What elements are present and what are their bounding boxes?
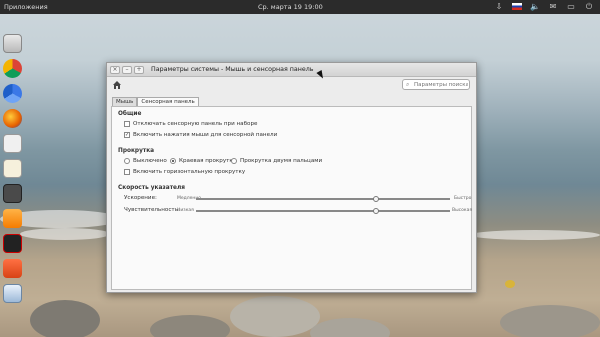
photos-icon[interactable] xyxy=(3,259,22,278)
edge-scroll-option[interactable]: Краевая прокрутка xyxy=(170,158,236,164)
sensitivity-max-label: Высокая xyxy=(452,208,473,213)
tab-touchpad[interactable]: Сенсорная панель xyxy=(137,97,199,106)
disable-while-typing-checkbox[interactable] xyxy=(124,121,130,127)
edge-scroll-label: Краевая прокрутка xyxy=(179,158,237,164)
minimize-icon[interactable]: – xyxy=(122,66,132,74)
tap-to-click-checkbox[interactable]: ✓ xyxy=(124,132,130,138)
home-icon[interactable] xyxy=(112,80,122,90)
tab-bar: Мышь Сенсорная панель xyxy=(112,97,199,106)
edge-scroll-radio[interactable] xyxy=(170,158,176,164)
terminal-icon[interactable] xyxy=(3,184,22,203)
scroll-off-radio[interactable] xyxy=(124,158,130,164)
tab-mouse[interactable]: Мышь xyxy=(112,97,138,106)
music-icon[interactable] xyxy=(3,209,22,228)
search-icon: ⌕ xyxy=(406,81,410,88)
settings-window: × – + Параметры системы - Мышь и сенсорн… xyxy=(106,62,477,293)
horizontal-scroll-label: Включить горизонтальную прокрутку xyxy=(133,169,246,175)
two-finger-scroll-option[interactable]: Прокрутка двумя пальцами xyxy=(231,158,322,164)
firefox-icon[interactable] xyxy=(3,109,22,128)
download-icon[interactable]: ⇩ xyxy=(494,2,504,12)
scroll-off-option[interactable]: Выключено xyxy=(124,158,167,164)
sensitivity-slider-track[interactable] xyxy=(196,210,450,212)
touchpad-panel: Общие Отключать сенсорную панель при наб… xyxy=(111,106,472,290)
system-tray: ⇩ 🔈 ✉ ▭ ⏻ xyxy=(494,2,594,12)
disable-while-typing-label: Отключать сенсорную панель при наборе xyxy=(133,121,258,127)
flag-ru-icon[interactable] xyxy=(512,3,522,10)
window-titlebar[interactable]: × – + Параметры системы - Мышь и сенсорн… xyxy=(107,63,476,77)
acceleration-label: Ускорение: xyxy=(124,195,157,201)
maximize-icon[interactable]: + xyxy=(134,66,144,74)
window-title: Параметры системы - Мышь и сенсорная пан… xyxy=(151,66,314,73)
sensitivity-label: Чувствительность: xyxy=(124,207,180,213)
acceleration-slider-track[interactable] xyxy=(196,198,450,200)
search-field[interactable]: ⌕ xyxy=(402,79,470,90)
tap-to-click-label: Включить нажатия мыши для сенсорной пане… xyxy=(133,132,278,138)
clock[interactable]: Ср. марта 19 19:00 xyxy=(258,3,323,11)
search-input[interactable] xyxy=(414,81,468,89)
acceleration-slider-thumb[interactable] xyxy=(373,196,380,202)
top-panel: Приложения Ср. марта 19 19:00 ⇩ 🔈 ✉ ▭ ⏻ xyxy=(0,0,600,14)
text-editor-icon[interactable] xyxy=(3,134,22,153)
video-icon[interactable] xyxy=(3,234,22,253)
scroll-off-label: Выключено xyxy=(133,158,167,164)
pointer-speed-section-title: Скорость указателя xyxy=(118,185,185,191)
power-icon[interactable]: ⏻ xyxy=(584,2,594,12)
disable-while-typing-option[interactable]: Отключать сенсорную панель при наборе xyxy=(124,121,257,127)
applications-menu[interactable]: Приложения xyxy=(4,3,48,11)
acceleration-max-label: Быстро xyxy=(454,196,472,201)
mail-app-icon[interactable] xyxy=(3,159,22,178)
home-folder-icon[interactable] xyxy=(3,34,22,53)
two-finger-scroll-label: Прокрутка двумя пальцами xyxy=(240,158,323,164)
sensitivity-min-label: Низкая xyxy=(177,208,194,213)
scrolling-section-title: Прокрутка xyxy=(118,148,155,154)
chromium-icon[interactable] xyxy=(3,84,22,103)
close-icon[interactable]: × xyxy=(110,66,120,74)
workspace-icon[interactable] xyxy=(3,284,22,303)
volume-icon[interactable]: 🔈 xyxy=(530,2,540,12)
chrome-icon[interactable] xyxy=(3,59,22,78)
mail-icon[interactable]: ✉ xyxy=(548,2,558,12)
horizontal-scroll-option[interactable]: Включить горизонтальную прокрутку xyxy=(124,169,245,175)
window-toolbar: ⌕ xyxy=(107,77,476,93)
tap-to-click-option[interactable]: ✓ Включить нажатия мыши для сенсорной па… xyxy=(124,132,277,138)
dock xyxy=(0,28,26,308)
horizontal-scroll-checkbox[interactable] xyxy=(124,169,130,175)
battery-icon[interactable]: ▭ xyxy=(566,2,576,12)
two-finger-scroll-radio[interactable] xyxy=(231,158,237,164)
general-section-title: Общие xyxy=(118,111,142,117)
sensitivity-slider-thumb[interactable] xyxy=(373,208,380,214)
